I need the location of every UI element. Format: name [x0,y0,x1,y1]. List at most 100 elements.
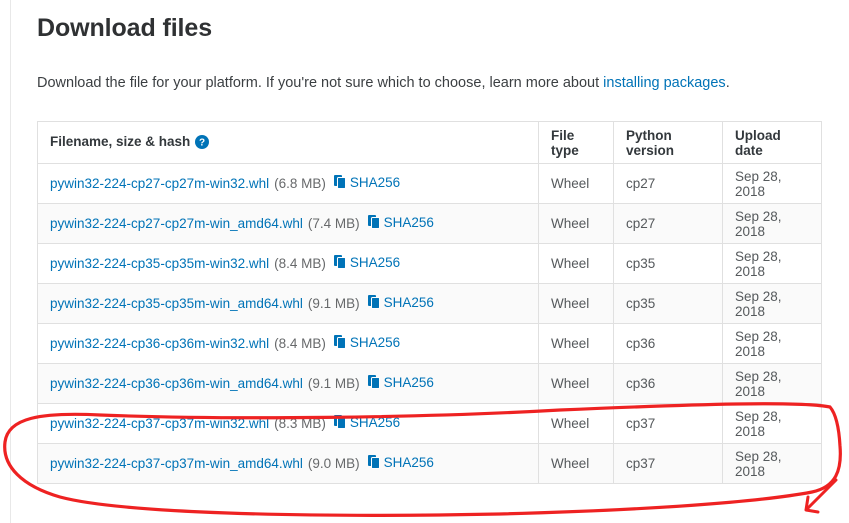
sha256-label: SHA256 [349,335,401,351]
column-header-filetype: File type [538,121,614,165]
file-download-link[interactable]: pywin32-224-cp35-cp35m-win32.whl [50,256,269,271]
cell-pyversion: cp35 [613,243,723,285]
cell-uploaddate: Sep 28, 2018 [722,403,822,445]
file-download-link[interactable]: pywin32-224-cp36-cp36m-win_amd64.whl [50,376,303,391]
copy-hash-icon [333,415,347,432]
sha256-copy-link[interactable]: SHA256 [333,335,401,352]
table-header-row: Filename, size & hash? File type Python … [37,121,822,165]
cell-filetype: Wheel [538,363,614,405]
table-row: pywin32-224-cp36-cp36m-win_amd64.whl (9.… [37,363,822,405]
copy-hash-icon [333,175,347,192]
file-size: (8.4 MB) [274,336,326,352]
file-download-link[interactable]: pywin32-224-cp27-cp27m-win_amd64.whl [50,216,303,231]
cell-filename: pywin32-224-cp27-cp27m-win_amd64.whl (7.… [37,203,539,245]
cell-filetype: Wheel [538,243,614,285]
file-size: (7.4 MB) [307,216,360,232]
filename-cell-wrap: pywin32-224-cp37-cp37m-win_amd64.whl (9.… [50,455,526,472]
filename-cell-wrap: pywin32-224-cp35-cp35m-win_amd64.whl (9.… [50,295,526,312]
copy-hash-icon [367,215,381,232]
installing-packages-link[interactable]: installing packages [603,75,726,91]
sha256-label: SHA256 [349,415,401,431]
file-download-link[interactable]: pywin32-224-cp37-cp37m-win_amd64.whl [50,456,303,471]
sha256-copy-link[interactable]: SHA256 [367,455,434,472]
file-download-link[interactable]: pywin32-224-cp37-cp37m-win32.whl [50,416,269,431]
table-row: pywin32-224-cp36-cp36m-win32.whl (8.4 MB… [37,323,822,365]
file-size: (6.8 MB) [274,176,326,192]
table-row: pywin32-224-cp37-cp37m-win32.whl (8.3 MB… [37,403,822,445]
sha256-copy-link[interactable]: SHA256 [367,375,434,392]
cell-uploaddate: Sep 28, 2018 [722,323,822,365]
copy-hash-icon [367,455,381,472]
cell-pyversion: cp37 [613,443,723,485]
cell-filename: pywin32-224-cp37-cp37m-win32.whl (8.3 MB… [37,403,539,445]
page-title: Download files [37,14,213,42]
cell-pyversion: cp37 [613,403,723,445]
download-files-table: Filename, size & hash? File type Python … [37,121,822,485]
filename-cell-wrap: pywin32-224-cp36-cp36m-win32.whl (8.4 MB… [50,335,526,352]
page-content: Download files Download the file for you… [37,0,827,485]
copy-hash-icon [367,295,381,312]
page-left-rule [10,0,11,523]
cell-uploaddate: Sep 28, 2018 [722,283,822,325]
cell-filename: pywin32-224-cp36-cp36m-win32.whl (8.4 MB… [37,323,539,365]
file-size: (9.1 MB) [307,376,360,392]
cell-filetype: Wheel [538,323,614,365]
sha256-label: SHA256 [383,455,434,471]
copy-hash-icon [333,255,347,272]
filename-cell-wrap: pywin32-224-cp27-cp27m-win_amd64.whl (7.… [50,215,526,232]
file-download-link[interactable]: pywin32-224-cp36-cp36m-win32.whl [50,336,269,351]
sha256-copy-link[interactable]: SHA256 [333,415,401,432]
table-row: pywin32-224-cp35-cp35m-win32.whl (8.4 MB… [37,243,822,285]
copy-hash-icon [333,335,347,352]
cell-uploaddate: Sep 28, 2018 [722,443,822,485]
table-head: Filename, size & hash? File type Python … [37,121,822,165]
cell-filetype: Wheel [538,443,614,485]
column-header-filename: Filename, size & hash? [37,121,539,165]
cell-filetype: Wheel [538,403,614,445]
column-header-uploaddate: Upload date [722,121,822,165]
cell-uploaddate: Sep 28, 2018 [722,243,822,285]
table-row: pywin32-224-cp35-cp35m-win_amd64.whl (9.… [37,283,822,325]
sha256-copy-link[interactable]: SHA256 [333,175,401,192]
table-row: pywin32-224-cp27-cp27m-win32.whl (6.8 MB… [37,163,822,205]
sha256-label: SHA256 [349,175,401,191]
table-row: pywin32-224-cp37-cp37m-win_amd64.whl (9.… [37,443,822,485]
file-download-link[interactable]: pywin32-224-cp35-cp35m-win_amd64.whl [50,296,303,311]
sha256-copy-link[interactable]: SHA256 [333,255,401,272]
sha256-copy-link[interactable]: SHA256 [367,295,434,312]
svg-text:?: ? [199,137,205,148]
copy-hash-icon [367,375,381,392]
cell-pyversion: cp35 [613,283,723,325]
intro-text-suffix: . [725,75,730,91]
cell-filetype: Wheel [538,283,614,325]
cell-filename: pywin32-224-cp27-cp27m-win32.whl (6.8 MB… [37,163,539,205]
table-row: pywin32-224-cp27-cp27m-win_amd64.whl (7.… [37,203,822,245]
sha256-label: SHA256 [383,375,434,391]
filename-cell-wrap: pywin32-224-cp27-cp27m-win32.whl (6.8 MB… [50,175,526,192]
cell-uploaddate: Sep 28, 2018 [722,203,822,245]
filename-cell-wrap: pywin32-224-cp35-cp35m-win32.whl (8.4 MB… [50,255,526,272]
column-header-pyversion: Python version [613,121,723,165]
cell-filename: pywin32-224-cp35-cp35m-win_amd64.whl (9.… [37,283,539,325]
sha256-label: SHA256 [349,255,401,271]
table-body: pywin32-224-cp27-cp27m-win32.whl (6.8 MB… [37,163,822,485]
file-size: (8.3 MB) [274,416,326,432]
cell-filename: pywin32-224-cp35-cp35m-win32.whl (8.4 MB… [37,243,539,285]
column-header-filename-label: Filename, size & hash [50,133,191,149]
cell-filename: pywin32-224-cp36-cp36m-win_amd64.whl (9.… [37,363,539,405]
cell-pyversion: cp27 [613,203,723,245]
intro-paragraph: Download the file for your platform. If … [37,43,827,94]
filename-cell-wrap: pywin32-224-cp37-cp37m-win32.whl (8.3 MB… [50,415,526,432]
cell-pyversion: cp36 [613,363,723,405]
cell-filename: pywin32-224-cp37-cp37m-win_amd64.whl (9.… [37,443,539,485]
help-circle-icon[interactable]: ? [195,134,210,152]
intro-text-prefix: Download the file for your platform. If … [37,75,604,91]
file-download-link[interactable]: pywin32-224-cp27-cp27m-win32.whl [50,176,269,191]
sha256-label: SHA256 [383,215,434,231]
cell-uploaddate: Sep 28, 2018 [722,363,822,405]
cell-filetype: Wheel [538,163,614,205]
sha256-copy-link[interactable]: SHA256 [367,215,434,232]
cell-filetype: Wheel [538,203,614,245]
cell-pyversion: cp36 [613,323,723,365]
file-size: (8.4 MB) [274,256,326,272]
